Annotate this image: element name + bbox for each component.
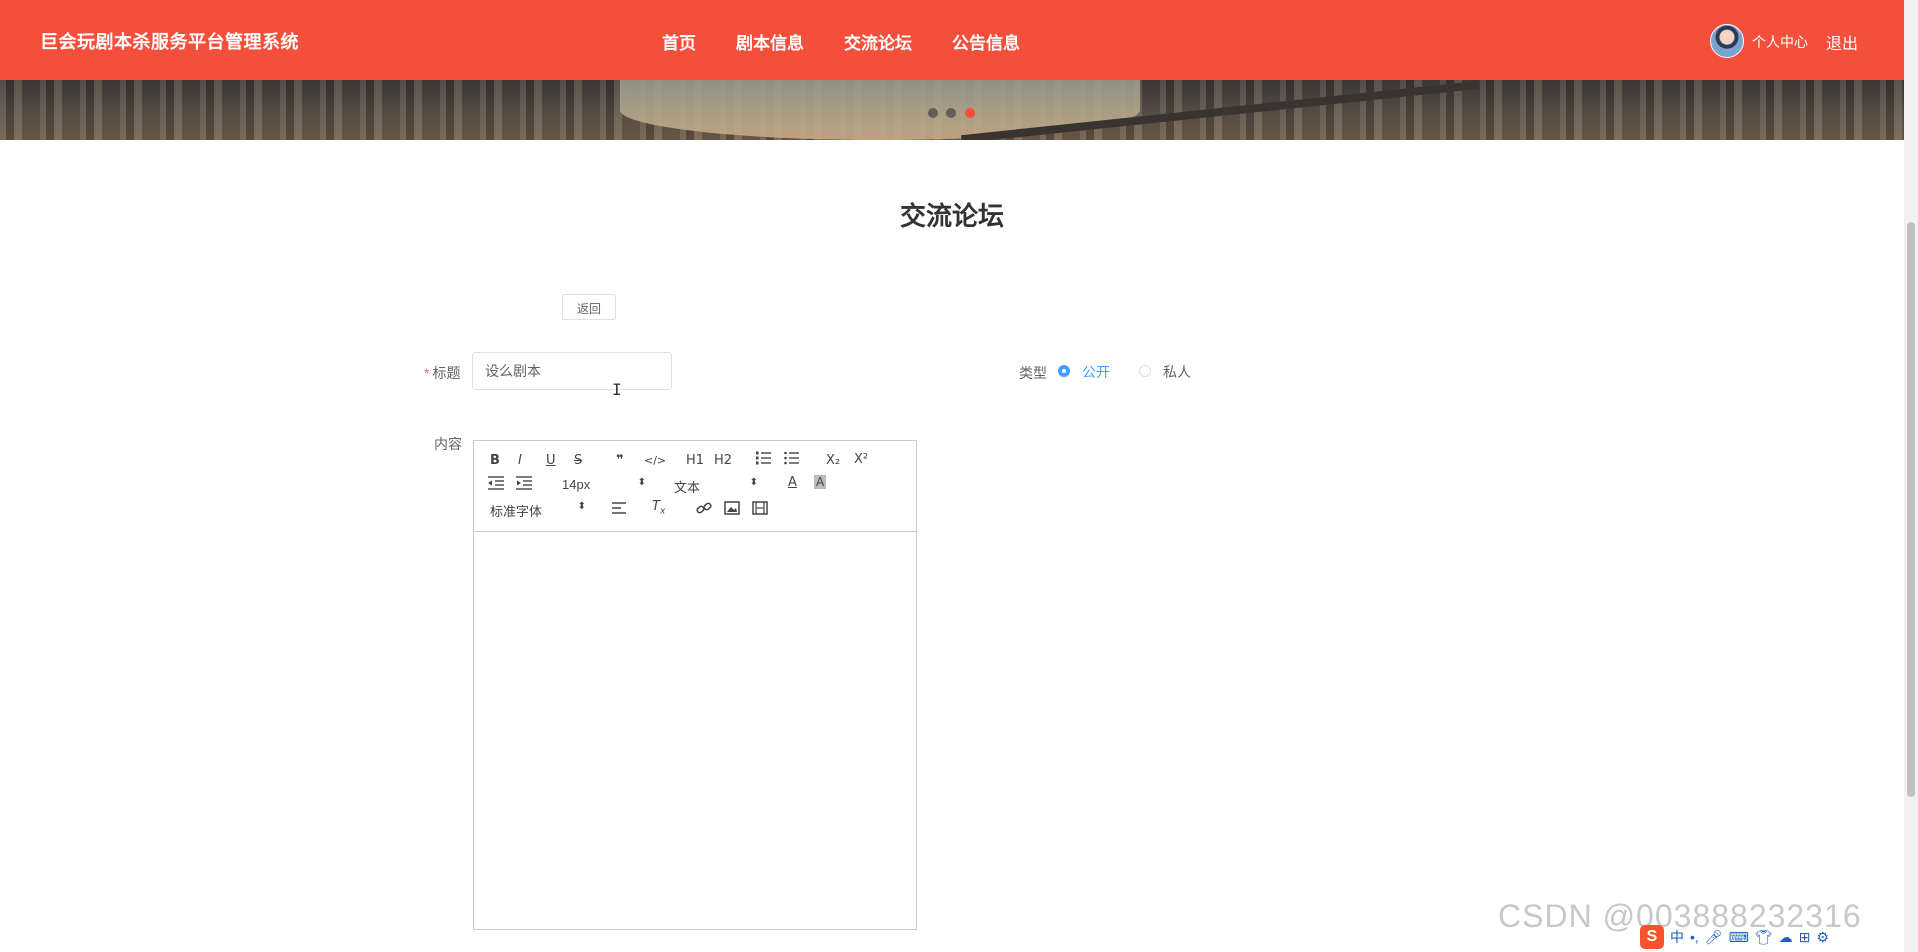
editor-toolbar: B I U S ❞ </> H1 H2 X₂ X² 14px ⬍ 文本 ⬍ A A: [474, 441, 916, 532]
text-cursor-icon: I: [612, 380, 622, 399]
select-arrows-icon: ⬍: [637, 477, 646, 488]
site-title: 巨会玩剧本杀服务平台管理系统: [40, 32, 299, 52]
header-select[interactable]: 文本 ⬍: [674, 477, 758, 496]
radio-private-label[interactable]: 私人: [1163, 362, 1191, 382]
video-icon[interactable]: [752, 501, 768, 519]
nav-item-announcements[interactable]: 公告信息: [952, 29, 1020, 54]
radio-public-label[interactable]: 公开: [1082, 362, 1110, 382]
header-select-value: 文本: [674, 480, 701, 495]
content-field-label: 内容: [434, 436, 462, 452]
nav-item-scripts[interactable]: 剧本信息: [736, 29, 804, 54]
editor-content-area[interactable]: [474, 532, 916, 928]
subscript-button[interactable]: X₂: [826, 453, 840, 468]
back-button[interactable]: 返回: [562, 294, 616, 320]
sogou-logo-icon[interactable]: S: [1640, 925, 1664, 949]
outdent-icon[interactable]: [488, 476, 504, 494]
superscript-button[interactable]: X²: [854, 452, 868, 467]
microphone-icon[interactable]: 🎤︎: [1705, 929, 1723, 946]
logout-link[interactable]: 退出: [1826, 30, 1858, 54]
skin-icon[interactable]: 👕︎: [1755, 929, 1773, 946]
font-family-value: 标准字体: [490, 504, 543, 519]
avatar[interactable]: [1710, 24, 1744, 58]
radio-private[interactable]: [1139, 365, 1151, 377]
underline-button[interactable]: U: [546, 453, 556, 468]
keyboard-icon[interactable]: ⌨: [1729, 929, 1749, 946]
title-input[interactable]: [472, 352, 672, 390]
title-field-label: * 标题: [424, 363, 460, 383]
italic-button[interactable]: I: [518, 453, 522, 468]
required-mark: *: [424, 365, 430, 381]
nav-item-home[interactable]: 首页: [662, 29, 696, 54]
page-title: 交流论坛: [899, 201, 1004, 231]
strike-button[interactable]: S: [574, 453, 582, 468]
font-size-value: 14px: [562, 477, 591, 492]
scrollbar-thumb[interactable]: [1907, 222, 1915, 797]
bold-button[interactable]: B: [490, 453, 500, 468]
nav-item-forum[interactable]: 交流论坛: [844, 29, 912, 54]
user-center-link[interactable]: 个人中心: [1752, 32, 1808, 52]
blockquote-button[interactable]: ❞: [616, 453, 624, 468]
bullet-list-icon[interactable]: [784, 451, 800, 469]
radio-public[interactable]: [1058, 365, 1070, 377]
align-icon[interactable]: [612, 501, 628, 519]
link-icon[interactable]: [696, 501, 712, 519]
font-family-select[interactable]: 标准字体 ⬍: [490, 501, 586, 520]
h2-button[interactable]: H2: [714, 453, 732, 468]
top-navbar: 巨会玩剧本杀服务平台管理系统 首页 剧本信息 交流论坛 公告信息 个人中心 退出: [0, 0, 1904, 80]
background-color-icon[interactable]: A: [814, 475, 827, 489]
code-block-button[interactable]: </>: [644, 454, 666, 467]
select-arrows-icon: ⬍: [577, 501, 586, 512]
image-icon[interactable]: [724, 501, 740, 519]
ime-punctuation-toggle[interactable]: •,: [1690, 929, 1699, 945]
rich-text-editor: B I U S ❞ </> H1 H2 X₂ X² 14px ⬍ 文本 ⬍ A A: [473, 440, 917, 930]
h1-button[interactable]: H1: [686, 453, 704, 468]
type-field-label: 类型: [1019, 365, 1047, 381]
toolbox-icon[interactable]: ⊞: [1799, 929, 1811, 946]
carousel-dot-active[interactable]: [965, 108, 975, 118]
font-color-icon[interactable]: A: [788, 475, 797, 490]
settings-icon[interactable]: ⚙: [1816, 929, 1829, 946]
title-label-text: 标题: [432, 365, 461, 381]
select-arrows-icon: ⬍: [749, 477, 758, 488]
ime-toolbar: S 中 •, 🎤︎ ⌨ 👕︎ ☁ ⊞ ⚙: [1640, 922, 1904, 952]
assistant-icon[interactable]: ☁: [1779, 929, 1793, 946]
clear-format-icon[interactable]: Tx: [652, 499, 665, 517]
ime-language-toggle[interactable]: 中: [1670, 927, 1684, 947]
font-size-select[interactable]: 14px ⬍: [562, 477, 646, 492]
indent-icon[interactable]: [516, 476, 532, 494]
page-scrollbar[interactable]: [1904, 0, 1918, 952]
carousel-dot[interactable]: [928, 108, 938, 118]
ordered-list-icon[interactable]: [756, 451, 772, 469]
carousel-dot[interactable]: [946, 108, 956, 118]
